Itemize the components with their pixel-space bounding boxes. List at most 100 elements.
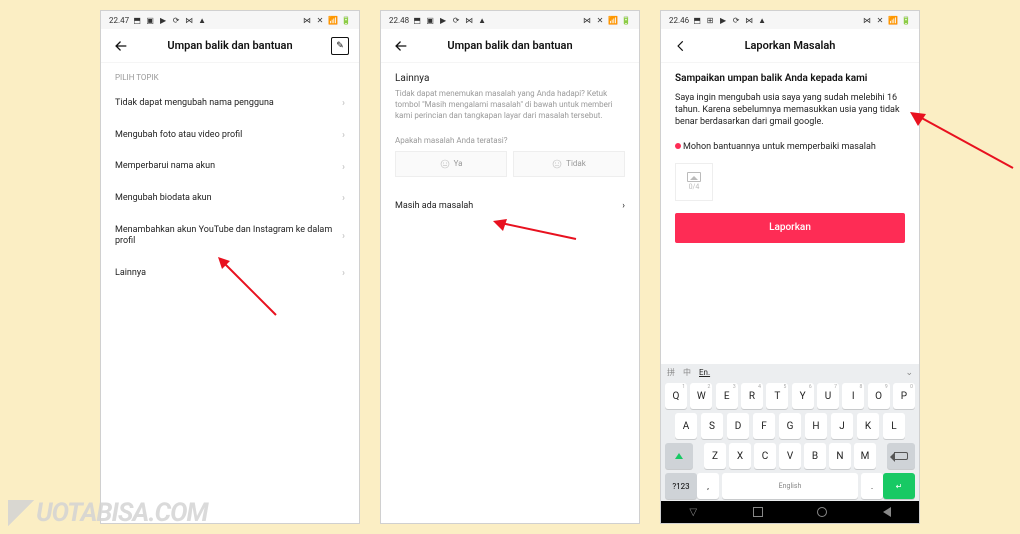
battery-icon: 🔋 xyxy=(901,15,911,25)
report-button[interactable]: Laporkan xyxy=(675,213,905,243)
key-i[interactable]: I8 xyxy=(842,383,864,409)
topic-row[interactable]: Mengubah biodata akun › xyxy=(101,183,359,215)
status-icon: ⋈ xyxy=(464,15,474,25)
no-label: Tidak xyxy=(566,159,586,168)
back-button[interactable] xyxy=(111,36,131,56)
key-n[interactable]: N xyxy=(829,443,851,469)
row-label: Lainnya xyxy=(115,268,146,280)
key-h[interactable]: H xyxy=(805,413,827,439)
key-u[interactable]: U7 xyxy=(817,383,839,409)
form-heading: Sampaikan umpan balik Anda kepada kami xyxy=(675,73,905,84)
key-l[interactable]: L xyxy=(883,413,905,439)
status-icon: ▣ xyxy=(425,15,435,25)
feedback-para2: Mohon bantuannya untuk memperbaiki masal… xyxy=(683,142,876,152)
enter-key[interactable]: ↵ xyxy=(883,473,915,499)
chevron-right-icon: › xyxy=(342,231,345,242)
subheading: Lainnya xyxy=(395,73,625,84)
status-icon: ⊞ xyxy=(705,15,715,25)
key-s[interactable]: S xyxy=(701,413,723,439)
key-q[interactable]: Q1 xyxy=(665,383,687,409)
key-w[interactable]: W2 xyxy=(690,383,712,409)
signal-icon: 📶 xyxy=(608,15,618,25)
phone-screen-1: 22.47 ⬒ ▣ ▶ ⟳ ⋈ ▲ ⋈ ✕ 📶 🔋 Umpan balik da… xyxy=(100,10,360,524)
chevron-right-icon: › xyxy=(622,201,625,211)
row-label: Memperbarui nama akun xyxy=(115,161,215,173)
status-bar: 22.47 ⬒ ▣ ▶ ⟳ ⋈ ▲ ⋈ ✕ 📶 🔋 xyxy=(101,11,359,29)
key-j[interactable]: J xyxy=(831,413,853,439)
kb-lang-option[interactable]: 中 xyxy=(683,367,691,378)
key-o[interactable]: O9 xyxy=(868,383,890,409)
key-m[interactable]: M xyxy=(854,443,876,469)
chevron-down-icon[interactable]: ⌄ xyxy=(905,368,913,378)
status-icon: ⋈ xyxy=(184,15,194,25)
app-header: Laporkan Masalah xyxy=(661,29,919,63)
upload-count: 0/4 xyxy=(689,183,700,191)
app-header: Umpan balik dan bantuan xyxy=(381,29,639,63)
chevron-right-icon: › xyxy=(342,98,345,109)
row-label: Mengubah biodata akun xyxy=(115,193,212,205)
key-b[interactable]: B xyxy=(804,443,826,469)
shift-key[interactable] xyxy=(665,443,693,469)
status-icon: ▲ xyxy=(477,15,487,25)
symbols-key[interactable]: ?123 xyxy=(665,473,697,499)
key-v[interactable]: V xyxy=(779,443,801,469)
back-nav-button[interactable] xyxy=(880,505,894,519)
status-icon: ⋈ xyxy=(582,15,592,25)
topic-row[interactable]: Tidak dapat mengubah nama pengguna › xyxy=(101,88,359,120)
backspace-key[interactable] xyxy=(887,443,915,469)
feedback-text[interactable]: Saya ingin mengubah usia saya yang sudah… xyxy=(675,92,905,153)
key-z[interactable]: Z xyxy=(704,443,726,469)
key-c[interactable]: C xyxy=(754,443,776,469)
comma-key[interactable]: , xyxy=(697,473,719,499)
key-r[interactable]: R4 xyxy=(741,383,763,409)
topic-row[interactable]: Memperbarui nama akun› xyxy=(101,151,359,183)
chevron-right-icon: › xyxy=(342,130,345,141)
topic-row[interactable]: Mengubah foto atau video profil› xyxy=(101,120,359,152)
watermark-text: UOTABISA.COM xyxy=(36,498,208,528)
description-text: Tidak dapat menemukan masalah yang Anda … xyxy=(395,88,625,122)
chevron-right-icon: › xyxy=(342,193,345,204)
upload-image-button[interactable]: 0/4 xyxy=(675,163,713,201)
feedback-para1: Saya ingin mengubah usia saya yang sudah… xyxy=(675,93,900,127)
status-icon: ▶ xyxy=(158,15,168,25)
space-key[interactable]: English xyxy=(722,473,858,499)
shift-icon xyxy=(675,453,683,459)
status-icon: ⋈ xyxy=(744,15,754,25)
back-button[interactable] xyxy=(671,36,691,56)
home-button[interactable] xyxy=(815,505,829,519)
kb-lang-selected[interactable]: En. xyxy=(699,368,710,377)
section-label: PILIH TOPIK xyxy=(101,63,359,88)
status-icon: ▶ xyxy=(718,15,728,25)
key-g[interactable]: G xyxy=(779,413,801,439)
status-icon: ⟳ xyxy=(171,15,181,25)
status-time: 22.46 xyxy=(669,16,689,25)
topic-row-lainnya[interactable]: Lainnya› xyxy=(101,258,359,290)
status-icon: ▣ xyxy=(145,15,155,25)
back-button[interactable] xyxy=(391,36,411,56)
key-p[interactable]: P0 xyxy=(893,383,915,409)
report-label: Laporkan xyxy=(769,222,811,233)
key-x[interactable]: X xyxy=(729,443,751,469)
kb-lang-option[interactable]: 拼 xyxy=(667,367,675,378)
key-d[interactable]: D xyxy=(727,413,749,439)
row-label: Tidak dapat mengubah nama pengguna xyxy=(115,98,274,110)
period-key[interactable]: . xyxy=(861,473,883,499)
yes-button[interactable]: Ya xyxy=(395,151,507,177)
recent-apps-button[interactable] xyxy=(751,505,765,519)
key-f[interactable]: F xyxy=(753,413,775,439)
key-a[interactable]: A xyxy=(675,413,697,439)
still-problem-row[interactable]: Masih ada masalah › xyxy=(395,191,625,221)
hide-keyboard-button[interactable]: ▽ xyxy=(686,505,700,519)
edit-icon[interactable]: ✎ xyxy=(331,37,349,55)
key-e[interactable]: E3 xyxy=(716,383,738,409)
text-cursor xyxy=(675,143,681,149)
key-y[interactable]: Y6 xyxy=(792,383,814,409)
phone-screen-3: 22.46 ⬒ ⊞ ▶ ⟳ ⋈ ▲ ⋈ ✕ 📶 🔋 Laporkan Masal… xyxy=(660,10,920,524)
android-nav-bar: ▽ xyxy=(661,501,919,523)
key-t[interactable]: T5 xyxy=(766,383,788,409)
no-button[interactable]: Tidak xyxy=(513,151,625,177)
topic-row[interactable]: Menambahkan akun YouTube dan Instagram k… xyxy=(101,215,359,258)
image-icon xyxy=(687,172,701,182)
key-k[interactable]: K xyxy=(857,413,879,439)
status-icon: ⬒ xyxy=(692,15,702,25)
